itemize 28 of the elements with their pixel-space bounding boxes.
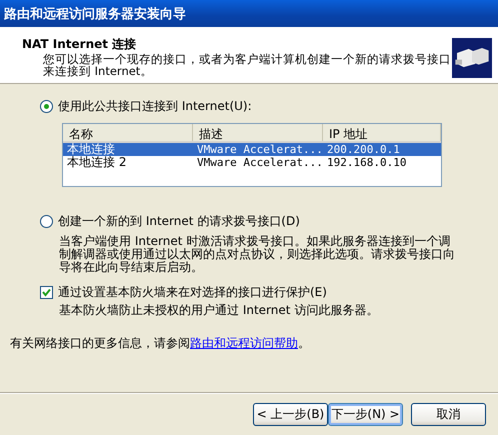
option-description: 当客户端使用 Internet 时激活请求拨号接口。如果此服务器连接到一个调制解调器或使用通过以太网的点对点协议，则选择此选项。请求拨号接口向导将在此向导结束后启动。 bbox=[58, 235, 456, 274]
column-header[interactable]: 描述 bbox=[193, 124, 323, 141]
wizard-button[interactable]: 取消 bbox=[411, 402, 486, 426]
table-cell-text: VMware Accelerat... bbox=[196, 143, 323, 156]
option-label: 创建一个新的到 Internet 的请求拨号接口(D) bbox=[58, 213, 300, 230]
column-header[interactable]: 名称 bbox=[63, 124, 193, 141]
list-row[interactable]: 本地连接 VMware Accelerat... 200.200.0.1 bbox=[63, 143, 441, 156]
table-cell-text: 192.168.0.10 bbox=[326, 156, 408, 169]
help-text: 有关网络接口的更多信息，请参阅路由和远程访问帮助。 bbox=[10, 335, 311, 352]
window-title: 路由和远程访问服务器安装向导 bbox=[0, 0, 498, 27]
list-row[interactable]: 本地连接 2 VMware Accelerat... 192.168.0.10 bbox=[63, 156, 441, 169]
radio-button[interactable] bbox=[40, 215, 53, 228]
table-cell-text: 本地连接 bbox=[66, 143, 116, 156]
option-description: 基本防火墙防止未授权的用户通过 Internet 访问此服务器。 bbox=[58, 304, 380, 317]
page-subtitle: 您可以选择一个现存的接口，或者为客户端计算机创建一个新的请求拨号接口来连接到 Internet。 bbox=[42, 53, 452, 77]
wizard-button[interactable]: < 上一步(B) bbox=[253, 402, 328, 426]
wizard-button[interactable]: 下一步(N) > bbox=[328, 402, 403, 426]
table-cell-text: VMware Accelerat... bbox=[196, 156, 323, 169]
option-label: 通过设置基本防火墙来在对选择的接口进行保护(E) bbox=[58, 284, 327, 301]
page-title: NAT Internet 连接 bbox=[22, 36, 138, 53]
table-cell-text: 本地连接 2 bbox=[66, 156, 128, 169]
interface-list[interactable]: 名称 描述 IP 地址 本地连接 VMware Accelerat... 200.200.0.1 本地连接 2 VMware Accelerat... 192.168.0.10 bbox=[62, 123, 442, 187]
checkbox[interactable] bbox=[40, 286, 53, 299]
table-cell-text: 200.200.0.1 bbox=[326, 143, 401, 156]
help-link[interactable]: 路由和远程访问帮助 bbox=[190, 336, 298, 350]
radio-button[interactable] bbox=[40, 100, 53, 113]
option-label: 使用此公共接口连接到 Internet(U): bbox=[58, 98, 252, 115]
column-header[interactable]: IP 地址 bbox=[323, 124, 441, 141]
